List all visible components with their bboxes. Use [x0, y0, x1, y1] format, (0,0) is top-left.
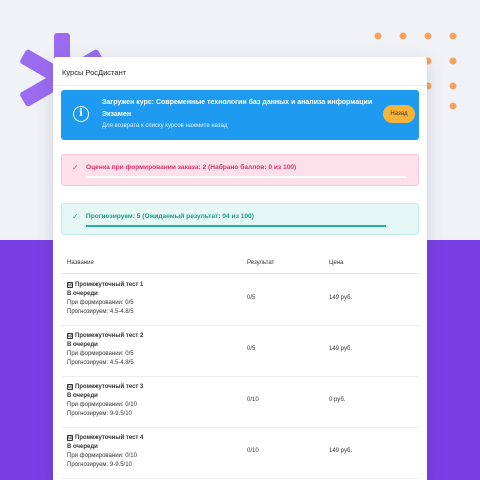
test-forecast: Прогнозируем: 4.5-4.8/5	[67, 309, 134, 315]
checkbox[interactable]: ☑	[67, 384, 73, 390]
test-price: 0 руб.	[329, 397, 346, 403]
table-row[interactable]: ☑ Промежуточный тест 3 В очереди При форм…	[61, 377, 419, 428]
test-forecast: Прогнозируем: 4.5-4.8/5	[67, 360, 134, 366]
course-type-text: Экзамен	[102, 111, 132, 118]
test-status: В очереди	[67, 291, 98, 297]
test-forecast: Прогнозируем: 9-9.5/10	[67, 411, 132, 417]
test-name-cell: ☑ Промежуточный тест 3 В очереди При форм…	[67, 383, 143, 419]
test-title: Промежуточный тест 4	[75, 435, 144, 441]
checkbox[interactable]: ☑	[67, 333, 73, 339]
test-formation: При формировании: 0/10	[67, 453, 137, 459]
test-title: Промежуточный тест 2	[75, 333, 144, 339]
test-status: В очереди	[67, 444, 98, 450]
table-row[interactable]: ☑ Промежуточный тест 2 В очереди При форм…	[61, 326, 419, 377]
table-row[interactable]: ☑ Промежуточный тест 1 В очереди При форм…	[61, 275, 419, 326]
loaded-course-text: Загружен курс: Современные технологии ба…	[102, 99, 373, 106]
forecast-alert-bar	[86, 225, 386, 227]
test-status: В очереди	[67, 393, 98, 399]
test-name-cell: ☑ Промежуточный тест 4 В очереди При форм…	[67, 434, 143, 470]
test-name-cell: ☑ Промежуточный тест 2 В очереди При форм…	[67, 332, 143, 368]
title-divider	[53, 85, 427, 86]
test-result: 0/10	[247, 397, 259, 403]
check-icon: ✓	[72, 212, 79, 221]
forecast-alert-text: Прогнозируем: 5 (Ожидаемый результат: 94…	[86, 213, 254, 220]
test-forecast: Прогнозируем: 9-9.5/10	[67, 462, 132, 468]
table-row[interactable]: ☑ Промежуточный тест 4 В очереди При форм…	[61, 428, 419, 479]
test-status: В очереди	[67, 342, 98, 348]
column-name-header: Название	[67, 260, 94, 266]
forecast-alert: ✓ Прогнозируем: 5 (Ожидаемый результат: …	[61, 203, 419, 235]
check-icon: ✓	[72, 163, 79, 172]
test-price: 149 руб.	[329, 448, 353, 454]
checkbox[interactable]: ☑	[67, 435, 73, 441]
table-header: Название Результат Цена	[61, 256, 419, 274]
back-hint-text: Для возврата к списку курсов нажмите наз…	[102, 123, 228, 129]
test-result: 0/5	[247, 346, 256, 352]
score-alert: ✓ Оценка при формировании заказа: 2 (Наб…	[61, 154, 419, 186]
score-alert-bar	[86, 176, 406, 178]
score-alert-text: Оценка при формировании заказа: 2 (Набра…	[86, 164, 297, 171]
test-title: Промежуточный тест 3	[75, 384, 144, 390]
courses-window: Курсы РосДистант i Загружен курс: Соврем…	[53, 57, 427, 480]
test-formation: При формировании: 0/5	[67, 351, 134, 357]
back-button[interactable]: Назад	[383, 105, 415, 123]
column-price-header: Цена	[329, 260, 344, 266]
course-info-banner: i Загружен курс: Современные технологии …	[61, 90, 419, 140]
test-price: 149 руб.	[329, 346, 353, 352]
test-title: Промежуточный тест 1	[75, 282, 144, 288]
test-result: 0/5	[247, 295, 256, 301]
test-name-cell: ☑ Промежуточный тест 1 В очереди При форм…	[67, 281, 143, 317]
test-price: 149 руб.	[329, 295, 353, 301]
checkbox[interactable]: ☑	[67, 282, 73, 288]
column-result-header: Результат	[247, 260, 275, 266]
test-result: 0/10	[247, 448, 259, 454]
info-icon: i	[73, 106, 89, 122]
test-formation: При формировании: 0/10	[67, 402, 137, 408]
window-title: Курсы РосДистант	[62, 68, 127, 77]
test-formation: При формировании: 0/5	[67, 300, 134, 306]
